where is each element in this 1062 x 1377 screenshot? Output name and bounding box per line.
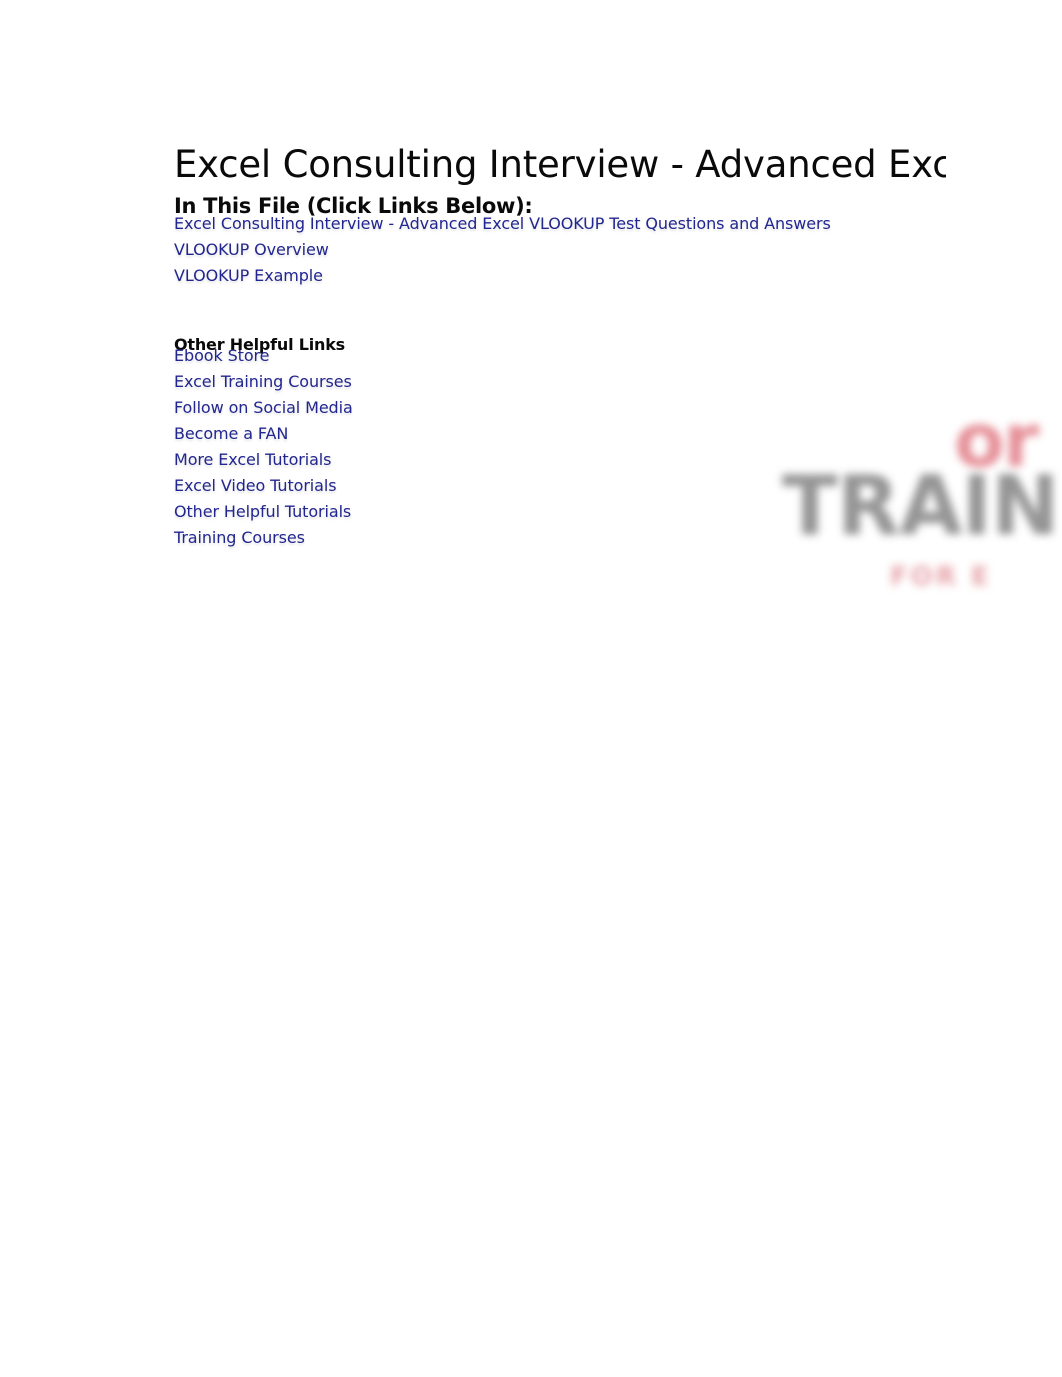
link-more-excel-tutorials[interactable]: More Excel Tutorials <box>174 449 331 471</box>
list-item: Become a FAN <box>174 423 353 449</box>
link-vlookup-example[interactable]: VLOOKUP Example <box>174 265 323 287</box>
link-excel-video-tutorials[interactable]: Excel Video Tutorials <box>174 475 337 497</box>
watermark-or-text: or <box>954 398 1039 484</box>
list-item: Training Courses <box>174 527 353 553</box>
link-other-helpful-tutorials[interactable]: Other Helpful Tutorials <box>174 501 351 523</box>
list-item: VLOOKUP Overview <box>174 239 831 265</box>
list-item: Other Helpful Tutorials <box>174 501 353 527</box>
link-excel-training-courses[interactable]: Excel Training Courses <box>174 371 352 393</box>
link-training-courses[interactable]: Training Courses <box>174 527 305 549</box>
training-logo-watermark: or TRAIN FOR E <box>762 398 1062 638</box>
list-item: Excel Video Tutorials <box>174 475 353 501</box>
watermark-train-text: TRAIN <box>782 459 1060 554</box>
list-item: VLOOKUP Example <box>174 265 831 291</box>
list-item: Excel Training Courses <box>174 371 353 397</box>
list-item: Ebook Store <box>174 345 353 371</box>
link-become-a-fan[interactable]: Become a FAN <box>174 423 288 445</box>
page-title: Excel Consulting Interview - Advanced Ex… <box>174 142 946 186</box>
list-item: More Excel Tutorials <box>174 449 353 475</box>
list-item: Excel Consulting Interview - Advanced Ex… <box>174 213 831 239</box>
link-vlookup-test-questions[interactable]: Excel Consulting Interview - Advanced Ex… <box>174 213 831 235</box>
in-this-file-link-list: Excel Consulting Interview - Advanced Ex… <box>174 213 831 291</box>
link-follow-on-social-media[interactable]: Follow on Social Media <box>174 397 353 419</box>
document-page: or TRAIN FOR E Excel Consulting Intervie… <box>0 0 1062 1377</box>
watermark-for-text: FOR E <box>890 562 992 592</box>
link-ebook-store[interactable]: Ebook Store <box>174 345 269 367</box>
other-helpful-link-list: Ebook Store Excel Training Courses Follo… <box>174 345 353 553</box>
list-item: Follow on Social Media <box>174 397 353 423</box>
link-vlookup-overview[interactable]: VLOOKUP Overview <box>174 239 329 261</box>
